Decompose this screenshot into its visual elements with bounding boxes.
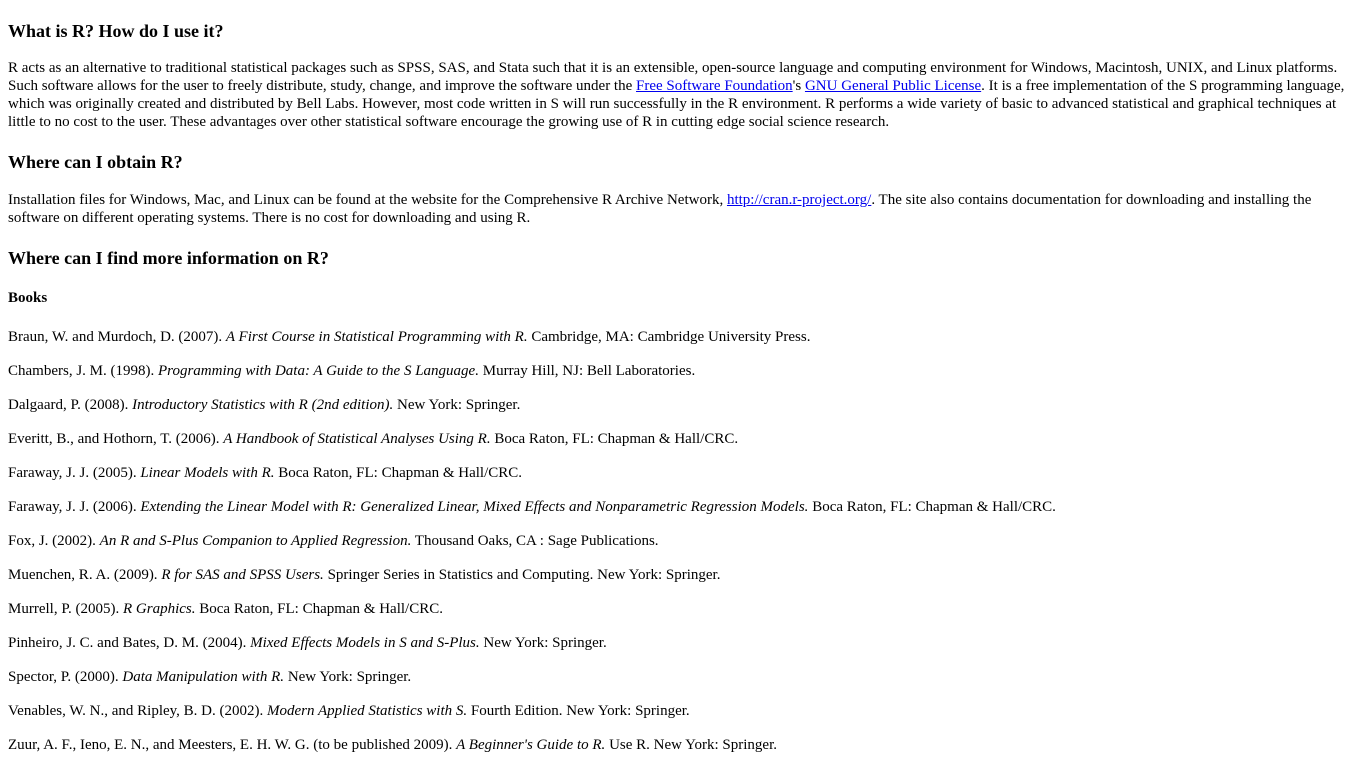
book-publisher: Springer Series in Statistics and Comput… <box>323 567 721 583</box>
book-citation: Spector, P. (2000). Data Manipulation wi… <box>8 668 1360 702</box>
paragraph-what-is-r: R acts as an alternative to traditional … <box>8 59 1360 131</box>
book-citation: Muenchen, R. A. (2009). R for SAS and SP… <box>8 566 1360 600</box>
book-authors: Faraway, J. J. (2005). <box>8 465 141 481</box>
book-citation: Faraway, J. J. (2005). Linear Models wit… <box>8 464 1360 498</box>
section-heading-more-info: Where can I find more information on R? <box>8 248 329 268</box>
book-publisher: Cambridge, MA: Cambridge University Pres… <box>527 329 811 345</box>
book-title: Data Manipulation with R. <box>122 669 285 685</box>
book-title: Extending the Linear Model with R: Gener… <box>140 499 809 515</box>
paragraph-text: 's <box>792 78 805 94</box>
book-citation: Everitt, B., and Hothorn, T. (2006). A H… <box>8 430 1360 464</box>
book-publisher: Boca Raton, FL: Chapman & Hall/CRC. <box>490 431 739 447</box>
book-authors: Muenchen, R. A. (2009). <box>8 567 162 583</box>
book-publisher: Boca Raton, FL: Chapman & Hall/CRC. <box>274 465 523 481</box>
book-authors: Fox, J. (2002). <box>8 533 100 549</box>
book-citation: Faraway, J. J. (2006). Extending the Lin… <box>8 498 1360 532</box>
book-citation: Braun, W. and Murdoch, D. (2007). A Firs… <box>8 328 1360 362</box>
book-citation: Dalgaard, P. (2008). Introductory Statis… <box>8 396 1360 430</box>
book-authors: Faraway, J. J. (2006). <box>8 499 141 515</box>
book-title: A First Course in Statistical Programmin… <box>225 329 528 345</box>
book-authors: Venables, W. N., and Ripley, B. D. (2002… <box>8 703 267 719</box>
book-title: Introductory Statistics with R (2nd edit… <box>132 397 394 413</box>
paragraph-obtain-r: Installation files for Windows, Mac, and… <box>8 191 1360 227</box>
book-citation: Venables, W. N., and Ripley, B. D. (2002… <box>8 702 1360 736</box>
book-title: Modern Applied Statistics with S. <box>267 703 468 719</box>
books-list: Braun, W. and Murdoch, D. (2007). A Firs… <box>8 328 1360 770</box>
book-publisher: Fourth Edition. New York: Springer. <box>467 703 690 719</box>
book-citation: Fox, J. (2002). An R and S-Plus Companio… <box>8 532 1360 566</box>
book-authors: Zuur, A. F., Ieno, E. N., and Meesters, … <box>8 737 457 753</box>
book-title: A Beginner's Guide to R. <box>456 737 606 753</box>
book-authors: Chambers, J. M. (1998). <box>8 363 158 379</box>
book-title: A Handbook of Statistical Analyses Using… <box>223 431 491 447</box>
book-title: R for SAS and SPSS Users. <box>161 567 324 583</box>
book-authors: Dalgaard, P. (2008). <box>8 397 133 413</box>
section-heading-what-is-r: What is R? How do I use it? <box>8 21 224 41</box>
book-citation: Chambers, J. M. (1998). Programming with… <box>8 362 1360 396</box>
subheading-books: Books <box>8 290 48 306</box>
book-authors: Pinheiro, J. C. and Bates, D. M. (2004). <box>8 635 251 651</box>
book-publisher: New York: Springer. <box>393 397 521 413</box>
book-authors: Everitt, B., and Hothorn, T. (2006). <box>8 431 224 447</box>
link-gnu-gpl[interactable]: GNU General Public License <box>805 78 981 94</box>
book-citation: Pinheiro, J. C. and Bates, D. M. (2004).… <box>8 634 1360 668</box>
link-free-software-foundation[interactable]: Free Software Foundation <box>636 78 793 94</box>
book-publisher: Use R. New York: Springer. <box>605 737 777 753</box>
book-publisher: New York: Springer. <box>479 635 607 651</box>
book-authors: Murrell, P. (2005). <box>8 601 123 617</box>
book-publisher: Murray Hill, NJ: Bell Laboratories. <box>478 363 696 379</box>
book-title: R Graphics. <box>123 601 196 617</box>
book-citation: Murrell, P. (2005). R Graphics. Boca Rat… <box>8 600 1360 634</box>
book-publisher: Boca Raton, FL: Chapman & Hall/CRC. <box>808 499 1056 515</box>
book-title: Programming with Data: A Guide to the S … <box>158 363 479 379</box>
book-authors: Spector, P. (2000). <box>8 669 123 685</box>
link-cran[interactable]: http://cran.r-project.org/ <box>727 192 871 208</box>
book-publisher: Thousand Oaks, CA : Sage Publications. <box>411 533 659 549</box>
paragraph-text: Installation files for Windows, Mac, and… <box>8 192 727 208</box>
book-authors: Braun, W. and Murdoch, D. (2007). <box>8 329 226 345</box>
section-heading-obtain-r: Where can I obtain R? <box>8 152 183 172</box>
book-citation: Zuur, A. F., Ieno, E. N., and Meesters, … <box>8 736 1360 770</box>
book-title: An R and S-Plus Companion to Applied Reg… <box>99 533 412 549</box>
book-publisher: Boca Raton, FL: Chapman & Hall/CRC. <box>195 601 443 617</box>
book-title: Linear Models with R. <box>140 465 275 481</box>
book-title: Mixed Effects Models in S and S-Plus. <box>250 635 480 651</box>
book-publisher: New York: Springer. <box>284 669 412 685</box>
